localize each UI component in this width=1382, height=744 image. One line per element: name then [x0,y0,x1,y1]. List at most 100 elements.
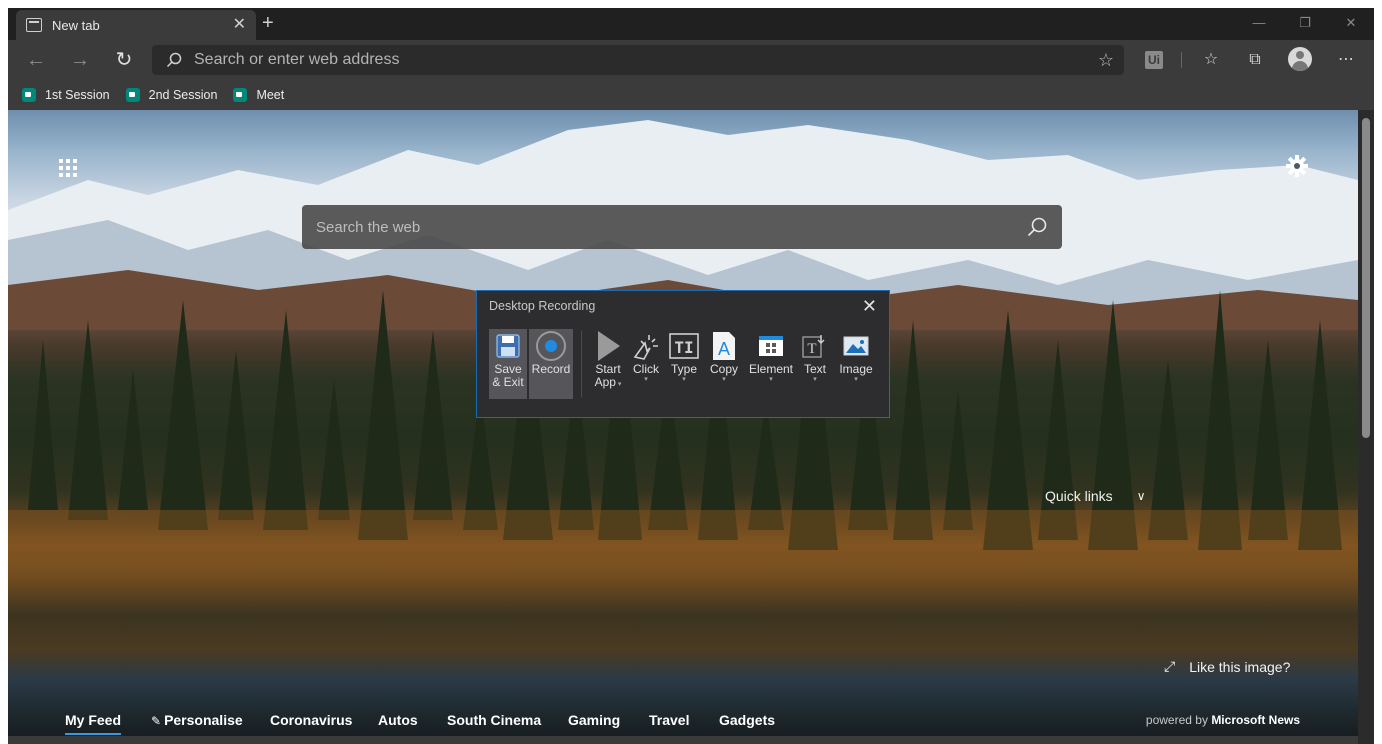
toolbar-divider [1181,52,1182,68]
settings-gear-icon[interactable] [1285,154,1309,178]
bookmark-label: 1st Session [45,88,110,102]
text-label: Text [803,362,826,376]
quick-links-toggle[interactable]: Quick links ∨ [1045,488,1145,504]
nav-gadgets[interactable]: Gadgets [719,712,775,728]
record-label: Record [531,362,571,376]
microsoft-news-brand: Microsoft News [1211,713,1300,727]
nav-gaming[interactable]: Gaming [568,712,620,728]
copy-icon: A [713,332,735,360]
more-menu-icon[interactable]: ⋯ [1335,49,1357,71]
browser-window: New tab ✕ + — ❐ ✕ ← → ↻ Search or enter … [8,8,1374,744]
recorder-header: Desktop Recording ✕ [477,291,889,321]
search-icon [166,52,182,68]
start-app-button[interactable]: Start App ▾ [591,329,625,399]
address-bar[interactable]: Search or enter web address ☆ [152,45,1124,75]
type-button[interactable]: TI Type ▾ [667,329,701,399]
powered-by: powered by Microsoft News [1146,713,1300,727]
chevron-down-icon: ∨ [1136,489,1146,503]
text-icon: T [802,335,825,358]
recorder-divider [581,331,582,397]
nav-coronavirus[interactable]: Coronavirus [270,712,352,728]
web-search-icon[interactable] [1026,216,1048,238]
google-meet-icon [125,88,140,102]
nav-personalise[interactable]: ✎ Personalise [151,712,243,728]
restore-icon[interactable]: ❐ [1282,8,1328,38]
recorder-close-icon[interactable]: ✕ [862,296,877,317]
feed-preview-strip [8,736,1358,744]
start-app-label-2: App [594,375,616,389]
image-button[interactable]: Image ▾ [835,329,877,399]
dropdown-caret-icon: ▾ [644,376,648,383]
minimize-icon[interactable]: — [1236,8,1282,38]
apps-grid-icon[interactable] [59,159,77,177]
record-icon [536,331,566,361]
close-window-icon[interactable]: ✕ [1328,8,1374,38]
save-exit-button[interactable]: Save & Exit [489,329,527,399]
bookmark-label: 2nd Session [148,88,218,102]
scrollbar-thumb[interactable] [1362,118,1370,438]
image-label: Image [839,362,873,376]
google-meet-icon [233,88,248,102]
element-button[interactable]: Element ▾ [747,329,795,399]
nav-south-cinema[interactable]: South Cinema [447,712,541,728]
play-icon [598,331,620,361]
new-tab-icon[interactable]: + [262,12,274,35]
dropdown-caret-icon: ▾ [722,376,726,383]
toolbar: ← → ↻ Search or enter web address ☆ Ui ☆… [8,40,1374,80]
uipath-extension-icon[interactable]: Ui [1145,51,1163,69]
save-disk-icon [496,334,520,358]
google-meet-icon [22,88,36,102]
personalise-label: Personalise [164,712,243,728]
dropdown-caret-icon: ▾ [615,381,622,388]
element-label: Element [748,362,794,376]
forward-icon[interactable]: → [68,48,92,72]
favorite-star-icon[interactable]: ☆ [1098,50,1114,71]
nav-travel[interactable]: Travel [649,712,689,728]
tab-new-tab[interactable]: New tab ✕ [16,10,256,40]
bookmark-1st-session[interactable]: 1st Session [22,88,110,102]
tab-strip: New tab ✕ + — ❐ ✕ [8,8,1374,40]
dropdown-caret-icon: ▾ [769,376,773,383]
collections-icon[interactable]: ⧉ [1244,49,1266,71]
web-search-box[interactable]: Search the web [302,205,1062,249]
favorites-icon[interactable]: ☆ [1200,49,1222,71]
nav-my-feed[interactable]: My Feed [65,712,122,735]
window-controls: — ❐ ✕ [1236,8,1374,38]
page-scrollbar[interactable] [1358,110,1374,744]
dropdown-caret-icon: ▾ [813,376,817,383]
web-search-input[interactable]: Search the web [316,219,1026,236]
click-button[interactable]: Click ▾ [629,329,663,399]
like-this-image-button[interactable]: ⤢ Like this image? [1164,658,1290,675]
dropdown-caret-icon: ▾ [854,376,858,383]
back-icon[interactable]: ← [24,48,48,72]
desktop-recording-panel: Desktop Recording ✕ Save & Exit Record S… [476,290,890,418]
powered-by-prefix: powered by [1145,713,1208,727]
copy-button[interactable]: A Copy ▾ [705,329,743,399]
pencil-icon: ✎ [151,714,162,728]
copy-label: Copy [709,362,738,376]
bookmark-meet[interactable]: Meet [233,88,284,102]
newtab-page: Search the web Desktop Recording ✕ Save … [8,110,1358,744]
text-button[interactable]: T Text ▾ [799,329,831,399]
click-icon [633,335,658,360]
expand-icon: ⤢ [1164,658,1176,674]
svg-text:T: T [807,341,816,357]
nav-autos[interactable]: Autos [378,712,418,728]
svg-text:TI: TI [674,338,693,357]
address-input[interactable]: Search or enter web address [194,51,1098,69]
refresh-icon[interactable]: ↻ [112,48,136,72]
record-button[interactable]: Record [529,329,573,399]
bookmark-label: Meet [256,88,285,102]
type-icon: TI [669,333,699,359]
bookmark-2nd-session[interactable]: 2nd Session [125,88,218,102]
element-icon [759,336,783,356]
recorder-title: Desktop Recording [489,299,596,313]
bookmarks-bar: 1st Session 2nd Session Meet [8,80,1374,110]
svg-text:A: A [718,339,730,359]
like-image-label: Like this image? [1189,658,1291,675]
tab-close-icon[interactable]: ✕ [233,17,246,33]
profile-avatar[interactable] [1288,47,1312,71]
click-label: Click [633,362,659,376]
newtab-favicon-icon [26,18,42,32]
dropdown-caret-icon: ▾ [682,376,686,383]
